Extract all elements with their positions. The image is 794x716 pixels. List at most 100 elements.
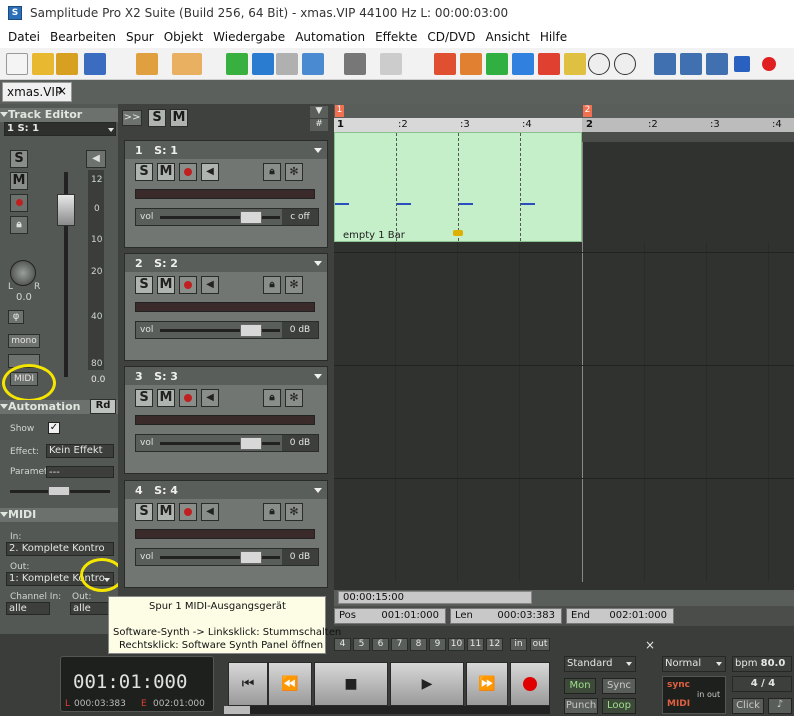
mute-button[interactable]: M <box>157 389 175 407</box>
chevron-down-icon[interactable] <box>314 374 322 379</box>
record-arm-button[interactable] <box>179 389 197 407</box>
fx-icon[interactable]: ✻ <box>285 389 303 407</box>
volume-handle[interactable] <box>240 324 262 337</box>
track-editor-record-button[interactable] <box>10 194 28 212</box>
crossfade-icon[interactable] <box>252 53 274 75</box>
volume-slider[interactable]: vol 0 dB <box>135 548 319 566</box>
solo-button[interactable]: S <box>135 389 153 407</box>
lock-icon[interactable]: 🔒︎ <box>10 216 28 234</box>
time-signature-field[interactable]: 4 / 4 <box>732 676 792 692</box>
cd-icon[interactable] <box>588 53 610 75</box>
solo-button[interactable]: S <box>135 503 153 521</box>
grid-icon[interactable] <box>276 53 298 75</box>
mute-button[interactable]: M <box>157 503 175 521</box>
sync-button[interactable]: Sync <box>602 678 636 694</box>
metronome-icon[interactable]: ♪ <box>768 698 792 714</box>
in-button[interactable]: in <box>510 638 527 651</box>
marker-button-11[interactable]: 11 <box>467 638 484 651</box>
stop-icon[interactable] <box>734 56 750 72</box>
region-handle-icon[interactable] <box>453 230 463 236</box>
show-checkbox[interactable]: ✓ <box>48 422 60 434</box>
track-editor-header[interactable]: Track Editor <box>0 108 118 122</box>
track-editor-mute-button[interactable]: M <box>10 172 28 190</box>
menu-bearbeiten[interactable]: Bearbeiten <box>45 30 121 44</box>
loop-range-icon[interactable] <box>680 53 702 75</box>
record-button[interactable] <box>510 662 550 706</box>
open-folder-icon[interactable] <box>32 53 54 75</box>
universal-tool-icon[interactable] <box>226 53 248 75</box>
volume-slider[interactable]: vol 0 dB <box>135 434 319 452</box>
grid-settings-icon[interactable]: # <box>310 119 328 131</box>
volume-slider[interactable]: vol c off <box>135 208 319 226</box>
speaker-icon[interactable]: ◀ <box>201 503 219 521</box>
volume-value[interactable]: 0 dB <box>282 435 318 451</box>
track-2[interactable]: 2 S: 2 S M ◀ 🔒︎ ✻ vol 0 dB <box>124 253 328 361</box>
play-button[interactable]: ▶ <box>390 662 464 706</box>
mute-button[interactable]: M <box>157 163 175 181</box>
expand-button[interactable]: >> <box>122 110 142 126</box>
menu-wiedergabe[interactable]: Wiedergabe <box>208 30 290 44</box>
tool-mode-icon[interactable] <box>136 53 158 75</box>
position-slider-handle[interactable] <box>224 706 250 714</box>
out-button[interactable]: out <box>530 638 550 651</box>
position-slider[interactable] <box>224 706 550 714</box>
record-icon[interactable] <box>762 57 776 71</box>
track-header[interactable]: 4 S: 4 <box>125 481 327 499</box>
phase-button[interactable]: φ <box>8 310 24 324</box>
mono-button[interactable]: mono <box>8 334 40 348</box>
track-3[interactable]: 3 S: 3 S M ◀ 🔒︎ ✻ vol 0 dB <box>124 366 328 474</box>
surround-icon[interactable] <box>486 53 508 75</box>
lock-icon[interactable]: 🔒︎ <box>263 163 281 181</box>
midi-note[interactable] <box>335 203 349 205</box>
menu-cddvd[interactable]: CD/DVD <box>422 30 480 44</box>
sync-midi-panel[interactable]: sync MIDI in out <box>662 676 726 714</box>
menu-datei[interactable]: Datei <box>3 30 45 44</box>
project-tab[interactable]: xmas.VIP × <box>2 82 72 102</box>
marker-button-8[interactable]: 8 <box>410 638 427 651</box>
loop-button[interactable]: Loop <box>602 698 636 714</box>
open-project-icon[interactable] <box>56 53 78 75</box>
speaker-icon[interactable]: ◀ <box>201 163 219 181</box>
fx-icon[interactable]: ✻ <box>285 276 303 294</box>
new-file-icon[interactable] <box>6 53 28 75</box>
volume-value[interactable]: c off <box>282 209 318 225</box>
bpm-field[interactable]: bpm 80.0 <box>732 656 792 672</box>
track-header[interactable]: 3 S: 3 <box>125 367 327 385</box>
track-4[interactable]: 4 S: 4 S M ◀ 🔒︎ ✻ vol 0 dB <box>124 480 328 588</box>
menu-spur[interactable]: Spur <box>121 30 159 44</box>
channel-out-dropdown[interactable]: alle <box>70 602 110 615</box>
speaker-icon[interactable]: ◀ <box>201 276 219 294</box>
speaker-icon[interactable]: ◀ <box>201 389 219 407</box>
global-mute-button[interactable]: M <box>170 109 188 127</box>
fx-icon[interactable]: ✻ <box>285 503 303 521</box>
track-select-dropdown[interactable]: 1 S: 1 <box>4 122 116 136</box>
menu-automation[interactable]: Automation <box>290 30 370 44</box>
effect-field[interactable]: Kein Effekt <box>46 444 114 458</box>
redo-icon[interactable] <box>380 53 402 75</box>
marker-button-5[interactable]: 5 <box>353 638 370 651</box>
midi-note[interactable] <box>459 203 473 205</box>
track-editor-icon[interactable] <box>460 53 482 75</box>
go-start-icon[interactable] <box>654 53 676 75</box>
undo-icon[interactable] <box>344 53 366 75</box>
record-arm-button[interactable] <box>179 503 197 521</box>
volume-slider[interactable]: vol 0 dB <box>135 321 319 339</box>
menu-effekte[interactable]: Effekte <box>370 30 422 44</box>
marker-2[interactable]: 2 <box>583 105 592 117</box>
len-field[interactable]: Len 000:03:383 <box>450 608 562 624</box>
lock-icon[interactable]: 🔒︎ <box>263 389 281 407</box>
channel-in-dropdown[interactable]: alle <box>6 602 50 615</box>
snap-icon[interactable] <box>302 53 324 75</box>
range-tool-icon[interactable] <box>172 53 202 75</box>
chevron-down-icon[interactable] <box>314 488 322 493</box>
track-header[interactable]: 2 S: 2 <box>125 254 327 272</box>
marker-button-4[interactable]: 4 <box>334 638 351 651</box>
global-solo-button[interactable]: S <box>148 109 166 127</box>
midi-editor-icon[interactable] <box>564 53 586 75</box>
track-header[interactable]: 1 S: 1 <box>125 141 327 159</box>
volume-handle[interactable] <box>240 437 262 450</box>
midi-in-dropdown[interactable]: 2. Komplete Kontro <box>6 542 114 556</box>
stop-button[interactable]: ■ <box>314 662 388 706</box>
rewind-button[interactable]: ⏪ <box>268 662 312 706</box>
marker-1[interactable]: 1 <box>335 105 344 117</box>
